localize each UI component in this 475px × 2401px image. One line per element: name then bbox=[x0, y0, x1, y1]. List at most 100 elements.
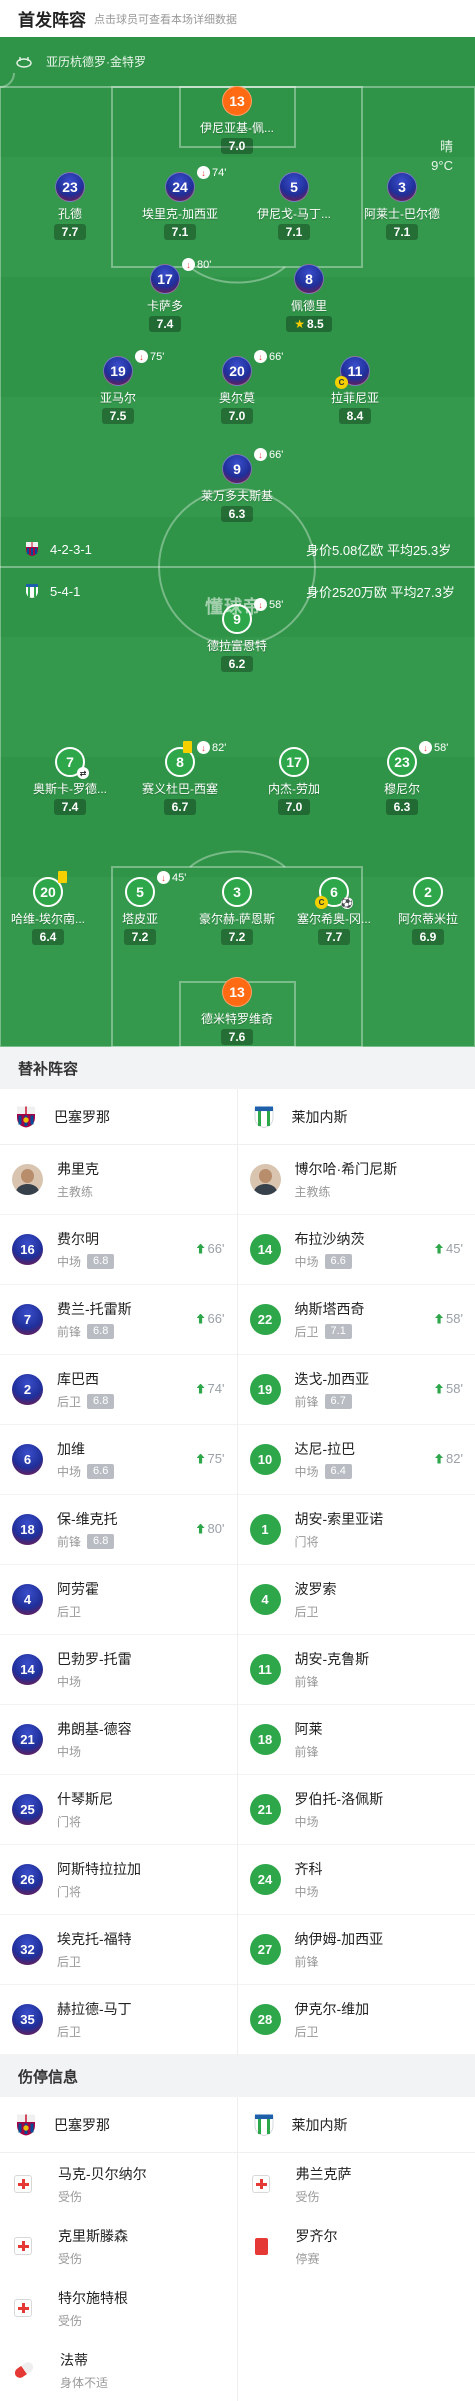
captain-badge: C bbox=[335, 376, 348, 389]
player-name: 马克-贝尔纳尔 bbox=[58, 2164, 147, 2184]
stadium-info: 亚历杭德罗·金特罗 bbox=[16, 53, 146, 70]
coach-avatar bbox=[250, 1164, 281, 1195]
leg-sub-item[interactable]: 19迭戈-加西亚前锋6.758' bbox=[238, 1355, 475, 1425]
weather: 晴 9°C bbox=[431, 137, 453, 175]
barca-injury-item[interactable]: 克里斯滕森受伤 bbox=[0, 2215, 237, 2277]
pill-icon bbox=[13, 2360, 35, 2380]
leganes-player-5[interactable]: 20哈维-埃尔南...6.4 bbox=[2, 877, 94, 946]
barca-sub-item[interactable]: 26阿斯特拉拉加门将 bbox=[0, 1845, 237, 1915]
barca-player-8[interactable]: 20↓66'奥尔莫7.0 bbox=[191, 356, 283, 425]
leg-sub-item[interactable]: 22纳斯塔西奇后卫7.158' bbox=[238, 1285, 475, 1355]
player-name: 法蒂 bbox=[60, 2350, 108, 2370]
leganes-player-8[interactable]: 6C⚽塞尔希奥-冈...7.7 bbox=[288, 877, 380, 946]
player-position: 后卫 bbox=[295, 1323, 319, 1340]
leganes-subs-header[interactable]: 莱加内斯 bbox=[238, 1089, 475, 1145]
leganes-coach[interactable]: 博尔哈·希门尼斯主教练 bbox=[238, 1145, 475, 1215]
stadium-icon bbox=[16, 56, 32, 68]
player-rating: 6.7 bbox=[325, 1394, 352, 1409]
barca-player-3[interactable]: 5伊尼戈-马丁...7.1 bbox=[248, 172, 340, 241]
player-rating: 7.0 bbox=[221, 408, 254, 424]
leganes-player-6[interactable]: 5↓45'塔皮亚7.2 bbox=[94, 877, 186, 946]
barca-player-4[interactable]: 3阿莱士-巴尔德7.1 bbox=[356, 172, 448, 241]
shirt-number: 3 bbox=[387, 172, 417, 202]
leganes-player-2[interactable]: 8↓82'赛义杜巴-西塞6.7 bbox=[134, 747, 226, 816]
player-position: 前锋 bbox=[57, 1533, 81, 1550]
player-rating: 6.8 bbox=[87, 1254, 114, 1269]
barca-injury-item[interactable]: 法蒂身体不适 bbox=[0, 2339, 237, 2401]
shirt-number: 2 bbox=[12, 1374, 43, 1405]
sub-out-icon: ↓ bbox=[197, 741, 210, 754]
page-title: 首发阵容 bbox=[18, 6, 86, 31]
shirt-number: 11 bbox=[250, 1654, 281, 1685]
leganes-player-4[interactable]: 23↓58'穆尼尔6.3 bbox=[356, 747, 448, 816]
player-position: 前锋 bbox=[295, 1953, 319, 1970]
barca-subs-header[interactable]: 巴塞罗那 bbox=[0, 1089, 237, 1145]
barca-sub-item[interactable]: 35赫拉德-马丁后卫 bbox=[0, 1985, 237, 2055]
barca-value: 身价5.08亿欧 平均25.3岁 bbox=[306, 540, 451, 559]
sub-out-icon: ↓ bbox=[197, 166, 210, 179]
leganes-injuries-header[interactable]: 莱加内斯 bbox=[238, 2097, 475, 2153]
barca-sub-item[interactable]: 6加维中场6.675' bbox=[0, 1425, 237, 1495]
barca-player-9[interactable]: 11C拉菲尼亚8.4 bbox=[309, 356, 401, 425]
leganes-team-name: 莱加内斯 bbox=[292, 2115, 348, 2135]
barca-player-1[interactable]: 23孔德7.7 bbox=[24, 172, 116, 241]
barca-sub-item[interactable]: 18保-维克托前锋6.880' bbox=[0, 1495, 237, 1565]
leg-sub-item[interactable]: 21罗伯托-洛佩斯中场 bbox=[238, 1775, 475, 1845]
barca-injuries: 巴塞罗那 马克-贝尔纳尔受伤克里斯滕森受伤特尔施特根受伤法蒂身体不适 bbox=[0, 2097, 238, 2401]
barca-player-10[interactable]: 9↓66'莱万多夫斯基6.3 bbox=[191, 454, 283, 523]
barca-injuries-header[interactable]: 巴塞罗那 bbox=[0, 2097, 237, 2153]
barca-sub-item[interactable]: 7费兰-托雷斯前锋6.866' bbox=[0, 1285, 237, 1355]
sub-out-minute: 66' bbox=[269, 351, 283, 363]
leg-sub-item[interactable]: 27纳伊姆-加西亚前锋 bbox=[238, 1915, 475, 1985]
player-rating: 8.5 bbox=[286, 316, 331, 332]
leg-sub-item[interactable]: 11胡安-克鲁斯前锋 bbox=[238, 1635, 475, 1705]
barca-player-7[interactable]: 19↓75'亚马尔7.5 bbox=[72, 356, 164, 425]
barca-sub-item[interactable]: 14巴勃罗-托雷中场 bbox=[0, 1635, 237, 1705]
player-position: 后卫 bbox=[295, 2023, 319, 2040]
sub-out-badge: ↓75' bbox=[135, 350, 164, 363]
leg-sub-item[interactable]: 1胡安-索里亚诺门将 bbox=[238, 1495, 475, 1565]
sub-in-minute: 66' bbox=[197, 1311, 225, 1326]
leg-sub-item[interactable]: 10达尼-拉巴中场6.482' bbox=[238, 1425, 475, 1495]
barca-player-5[interactable]: 17↓80'卡萨多7.4 bbox=[119, 264, 211, 333]
player-rating: 7.2 bbox=[221, 929, 254, 945]
player-rating: 7.7 bbox=[54, 224, 87, 240]
barca-player-2[interactable]: 24↓74'埃里克-加西亚7.1 bbox=[134, 172, 226, 241]
barca-sub-item[interactable]: 25什琴斯尼门将 bbox=[0, 1775, 237, 1845]
player-position: 门将 bbox=[57, 1813, 81, 1830]
player-name: 布拉沙纳茨 bbox=[295, 1229, 365, 1249]
barca-player-0[interactable]: 13伊尼亚基-佩...7.0 bbox=[191, 86, 283, 155]
sub-out-minute: 74' bbox=[212, 167, 226, 179]
leg-sub-item[interactable]: 18阿莱前锋 bbox=[238, 1705, 475, 1775]
leganes-crest-icon bbox=[24, 583, 40, 599]
leganes-injury-item[interactable]: 弗兰克萨受伤 bbox=[238, 2153, 475, 2215]
player-name: 豪尔赫-萨恩斯 bbox=[191, 910, 283, 927]
subs-columns: 巴塞罗那 弗里克主教练 16费尔明中场6.866'7费兰-托雷斯前锋6.866'… bbox=[0, 1089, 475, 2055]
leganes-player-10[interactable]: 13德米特罗维奇7.6 bbox=[191, 977, 283, 1046]
barca-sub-item[interactable]: 2库巴西后卫6.874' bbox=[0, 1355, 237, 1425]
leganes-player-9[interactable]: 2阿尔蒂米拉6.9 bbox=[382, 877, 474, 946]
barca-sub-item[interactable]: 21弗朗基-德容中场 bbox=[0, 1705, 237, 1775]
leganes-injury-item[interactable]: 罗齐尔停赛 bbox=[238, 2215, 475, 2277]
barca-sub-item[interactable]: 16费尔明中场6.866' bbox=[0, 1215, 237, 1285]
barca-player-6[interactable]: 8佩德里8.5 bbox=[263, 264, 355, 333]
barca-injury-item[interactable]: 马克-贝尔纳尔受伤 bbox=[0, 2153, 237, 2215]
player-position: 中场 bbox=[57, 1673, 81, 1690]
leganes-player-1[interactable]: 7⇄奥斯卡-罗德...7.4 bbox=[24, 747, 116, 816]
leg-sub-item[interactable]: 14布拉沙纳茨中场6.645' bbox=[238, 1215, 475, 1285]
barca-coach[interactable]: 弗里克主教练 bbox=[0, 1145, 237, 1215]
leg-sub-item[interactable]: 28伊克尔-维加后卫 bbox=[238, 1985, 475, 2055]
player-position: 后卫 bbox=[57, 1603, 81, 1620]
leganes-player-7[interactable]: 3豪尔赫-萨恩斯7.2 bbox=[191, 877, 283, 946]
leg-sub-item[interactable]: 4波罗索后卫 bbox=[238, 1565, 475, 1635]
injury-status: 受伤 bbox=[58, 2250, 128, 2267]
barca-injury-item[interactable]: 特尔施特根受伤 bbox=[0, 2277, 237, 2339]
player-name: 赛义杜巴-西塞 bbox=[134, 780, 226, 797]
barca-sub-item[interactable]: 32埃克托-福特后卫 bbox=[0, 1915, 237, 1985]
injury-columns: 巴塞罗那 马克-贝尔纳尔受伤克里斯滕森受伤特尔施特根受伤法蒂身体不适 莱加内斯 … bbox=[0, 2097, 475, 2401]
leganes-player-3[interactable]: 17内杰-劳加7.0 bbox=[248, 747, 340, 816]
leg-sub-item[interactable]: 24齐科中场 bbox=[238, 1845, 475, 1915]
barca-team-name: 巴塞罗那 bbox=[54, 2115, 110, 2135]
player-rating: 6.2 bbox=[221, 656, 254, 672]
barca-sub-item[interactable]: 4阿劳霍后卫 bbox=[0, 1565, 237, 1635]
